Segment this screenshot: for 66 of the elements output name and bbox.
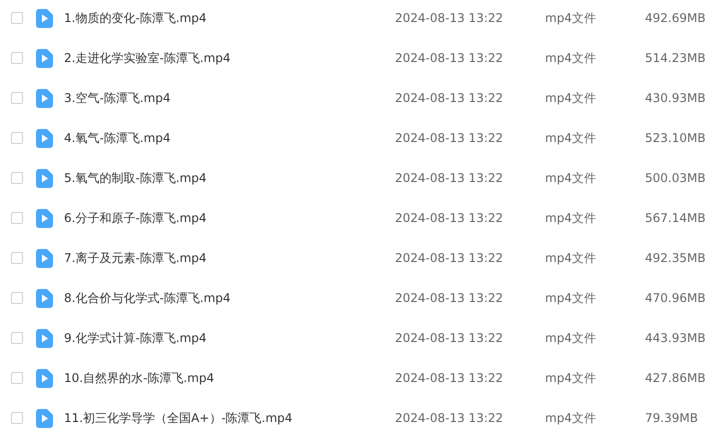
modified-date: 2024-08-13 13:22 — [395, 331, 504, 345]
video-file-icon — [36, 328, 53, 348]
file-name[interactable]: 6.分子和原子-陈潭飞.mp4 — [64, 210, 395, 226]
checkbox[interactable] — [11, 332, 23, 344]
file-type: mp4文件 — [545, 410, 597, 426]
modified-date: 2024-08-13 13:22 — [395, 171, 504, 185]
file-size: 443.93MB — [645, 331, 706, 345]
checkbox[interactable] — [11, 252, 23, 264]
file-size: 79.39MB — [645, 411, 698, 425]
checkbox[interactable] — [11, 292, 23, 304]
modified-date: 2024-08-13 13:22 — [395, 131, 504, 145]
video-file-icon — [36, 208, 53, 228]
file-type: mp4文件 — [545, 90, 597, 106]
file-name[interactable]: 10.自然界的水-陈潭飞.mp4 — [64, 370, 395, 386]
checkbox[interactable] — [11, 212, 23, 224]
file-size: 492.69MB — [645, 11, 706, 25]
checkbox[interactable] — [11, 172, 23, 184]
checkbox[interactable] — [11, 132, 23, 144]
file-type: mp4文件 — [545, 170, 597, 186]
checkbox[interactable] — [11, 12, 23, 24]
file-name[interactable]: 2.走进化学实验室-陈潭飞.mp4 — [64, 50, 395, 66]
modified-date: 2024-08-13 13:22 — [395, 211, 504, 225]
file-type: mp4文件 — [545, 130, 597, 146]
video-file-icon — [36, 288, 53, 308]
file-type: mp4文件 — [545, 370, 597, 386]
video-file-icon — [36, 48, 53, 68]
file-name[interactable]: 5.氧气的制取-陈潭飞.mp4 — [64, 170, 395, 186]
video-file-icon — [36, 8, 53, 28]
file-type: mp4文件 — [545, 290, 597, 306]
checkbox[interactable] — [11, 412, 23, 424]
file-name[interactable]: 7.离子及元素-陈潭飞.mp4 — [64, 250, 395, 266]
file-name[interactable]: 8.化合价与化学式-陈潭飞.mp4 — [64, 290, 395, 306]
file-size: 567.14MB — [645, 211, 706, 225]
modified-date: 2024-08-13 13:22 — [395, 251, 504, 265]
modified-date: 2024-08-13 13:22 — [395, 411, 504, 425]
modified-date: 2024-08-13 13:22 — [395, 51, 504, 65]
file-name[interactable]: 4.氧气-陈潭飞.mp4 — [64, 130, 395, 146]
checkbox[interactable] — [11, 92, 23, 104]
file-type: mp4文件 — [545, 330, 597, 346]
video-file-icon — [36, 128, 53, 148]
file-size: 523.10MB — [645, 131, 706, 145]
file-size: 492.35MB — [645, 251, 706, 265]
file-size: 470.96MB — [645, 291, 706, 305]
file-name[interactable]: 3.空气-陈潭飞.mp4 — [64, 90, 395, 106]
file-name[interactable]: 9.化学式计算-陈潭飞.mp4 — [64, 330, 395, 346]
file-type: mp4文件 — [545, 250, 597, 266]
video-file-icon — [36, 248, 53, 268]
file-type: mp4文件 — [545, 210, 597, 226]
file-name[interactable]: 1.物质的变化-陈潭飞.mp4 — [64, 10, 395, 26]
modified-date: 2024-08-13 13:22 — [395, 91, 504, 105]
file-size: 514.23MB — [645, 51, 706, 65]
checkbox[interactable] — [11, 372, 23, 384]
file-type: mp4文件 — [545, 50, 597, 66]
file-size: 430.93MB — [645, 91, 706, 105]
modified-date: 2024-08-13 13:22 — [395, 11, 504, 25]
video-file-icon — [36, 88, 53, 108]
file-type: mp4文件 — [545, 10, 597, 26]
modified-date: 2024-08-13 13:22 — [395, 371, 504, 385]
checkbox[interactable] — [11, 52, 23, 64]
file-size: 427.86MB — [645, 371, 706, 385]
file-name[interactable]: 11.初三化学导学（全国A+）-陈潭飞.mp4 — [64, 410, 395, 426]
video-file-icon — [36, 408, 53, 428]
video-file-icon — [36, 168, 53, 188]
file-size: 500.03MB — [645, 171, 706, 185]
modified-date: 2024-08-13 13:22 — [395, 291, 504, 305]
video-file-icon — [36, 368, 53, 388]
